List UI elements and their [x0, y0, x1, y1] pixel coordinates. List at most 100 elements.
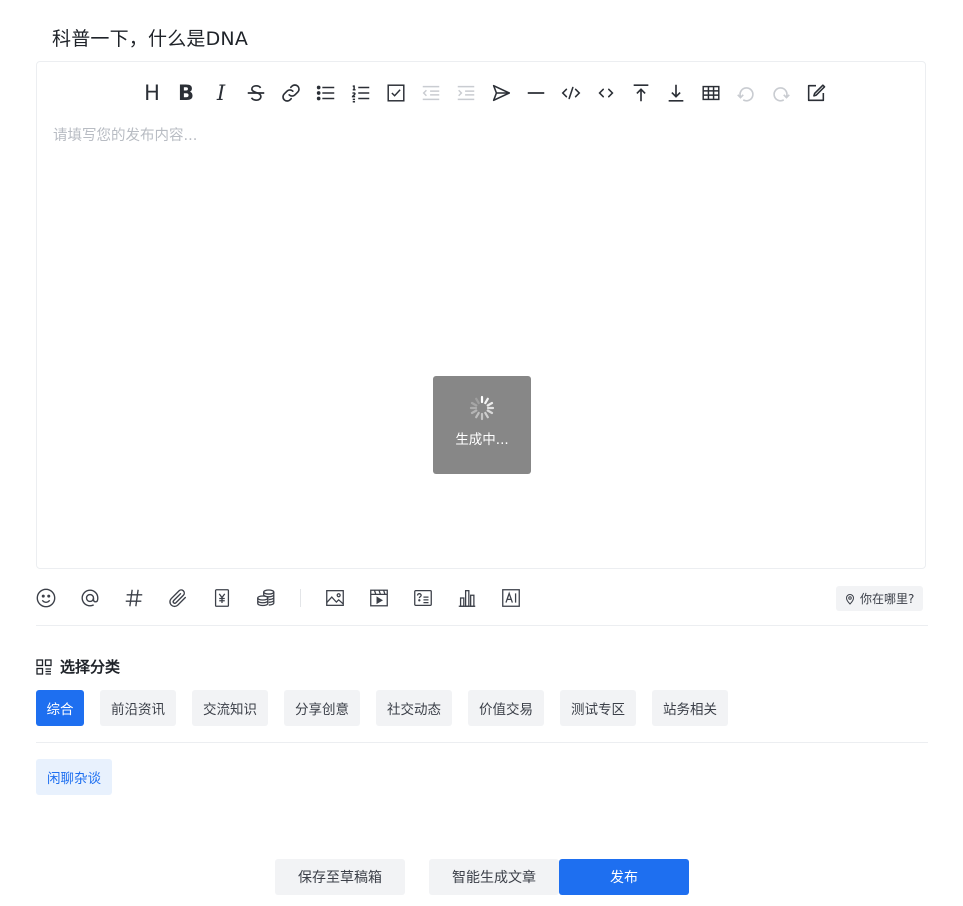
category-title: 选择分类	[60, 658, 121, 676]
publish-button[interactable]: 发布	[559, 859, 689, 895]
divider	[36, 742, 928, 743]
category-chip-label: 价值交易	[479, 702, 533, 718]
insert-before-button[interactable]	[626, 78, 656, 108]
code-block-button[interactable]	[591, 78, 621, 108]
paid-content-button[interactable]	[208, 583, 236, 613]
strikethrough-button[interactable]	[241, 78, 271, 108]
save-draft-button[interactable]: 保存至草稿箱	[275, 859, 405, 895]
link-button[interactable]	[276, 78, 306, 108]
insert-toolbar	[0, 583, 963, 613]
topic-button[interactable]	[120, 583, 148, 613]
task-list-button[interactable]	[381, 78, 411, 108]
italic-icon: I	[216, 81, 226, 105]
indent-button[interactable]	[451, 78, 481, 108]
category-chip-test[interactable]: 测试专区	[560, 690, 636, 726]
category-chip-ideas[interactable]: 分享创意	[284, 690, 360, 726]
loading-text: 生成中...	[455, 432, 509, 448]
video-icon	[370, 589, 388, 607]
bar-chart-icon	[458, 590, 476, 607]
arrow-down-bar-icon	[668, 84, 684, 102]
question-card-icon	[414, 590, 432, 606]
outdent-icon	[422, 85, 440, 101]
code-slash-icon	[561, 86, 581, 100]
attachment-button[interactable]	[164, 583, 192, 613]
video-button[interactable]	[365, 583, 393, 613]
indent-icon	[457, 85, 475, 101]
category-chip-site[interactable]: 站务相关	[652, 690, 728, 726]
category-chip-news[interactable]: 前沿资讯	[100, 690, 176, 726]
heading-icon: H	[144, 81, 160, 105]
code-icon	[598, 88, 614, 98]
bold-button[interactable]: B	[171, 78, 201, 108]
bullet-list-icon	[316, 85, 335, 101]
paperclip-icon	[169, 589, 187, 608]
location-label: 你在哪里?	[860, 592, 915, 606]
subcategory-tag-chat[interactable]: 闲聊杂谈	[36, 759, 112, 795]
ai-text-icon	[502, 589, 520, 607]
send-icon	[492, 84, 511, 102]
post-title[interactable]: 科普一下，什么是DNA	[52, 24, 248, 51]
category-chip-trade[interactable]: 价值交易	[468, 690, 544, 726]
outdent-button[interactable]	[416, 78, 446, 108]
chart-button[interactable]	[453, 583, 481, 613]
bullet-list-button[interactable]	[311, 78, 341, 108]
image-icon	[326, 590, 344, 606]
at-icon	[81, 589, 99, 607]
insert-after-button[interactable]	[661, 78, 691, 108]
italic-button[interactable]: I	[206, 78, 236, 108]
category-grid-icon	[36, 658, 52, 675]
table-icon	[702, 85, 720, 101]
coins-icon	[257, 589, 275, 607]
category-chip-label: 分享创意	[295, 702, 349, 718]
category-chip-label: 测试专区	[571, 702, 625, 718]
loading-overlay: 生成中...	[433, 376, 531, 474]
content-placeholder: 请填写您的发布内容...	[53, 128, 198, 144]
checkbox-icon	[387, 84, 405, 102]
heading-button[interactable]: H	[137, 78, 167, 108]
quote-button[interactable]	[486, 78, 516, 108]
bold-icon: B	[177, 81, 194, 105]
editor-toolbar: H B I	[37, 78, 925, 108]
mention-button[interactable]	[76, 583, 104, 613]
divider	[36, 625, 928, 626]
category-chip-social[interactable]: 社交动态	[376, 690, 452, 726]
ordered-list-button[interactable]	[346, 78, 376, 108]
preview-button[interactable]	[801, 78, 831, 108]
horizontal-rule-icon	[527, 92, 545, 94]
toolbar-divider	[300, 589, 301, 607]
category-chip-label: 前沿资讯	[111, 702, 165, 718]
ai-generate-button[interactable]: 智能生成文章	[429, 859, 559, 895]
content-editor[interactable]: H B I 请填写您的发布内容...	[36, 61, 926, 569]
strikethrough-icon	[247, 85, 265, 101]
ordered-list-icon	[351, 85, 370, 103]
category-chip-label: 交流知识	[203, 702, 257, 718]
spinner-icon	[469, 395, 495, 421]
category-chip-label: 社交动态	[387, 702, 441, 718]
emoji-icon	[36, 588, 56, 608]
hashtag-icon	[125, 589, 143, 607]
inline-code-button[interactable]	[556, 78, 586, 108]
question-button[interactable]	[409, 583, 437, 613]
redo-button[interactable]	[766, 78, 796, 108]
link-icon	[282, 84, 300, 102]
arrow-up-bar-icon	[633, 84, 649, 102]
category-chip-general[interactable]: 综合	[36, 690, 84, 726]
location-pin-icon	[845, 593, 855, 605]
coins-button[interactable]	[252, 583, 280, 613]
undo-icon	[737, 87, 754, 102]
category-chip-label: 综合	[46, 702, 74, 718]
emoji-button[interactable]	[32, 583, 60, 613]
category-section-title: 选择分类	[36, 656, 120, 677]
category-chip-label: 站务相关	[663, 702, 717, 718]
ai-text-button[interactable]	[497, 583, 525, 613]
category-chip-knowledge[interactable]: 交流知识	[192, 690, 268, 726]
horizontal-rule-button[interactable]	[521, 78, 551, 108]
table-button[interactable]	[696, 78, 726, 108]
undo-button[interactable]	[731, 78, 761, 108]
location-button[interactable]: 你在哪里?	[836, 586, 924, 611]
yuan-document-icon	[214, 589, 230, 607]
image-button[interactable]	[321, 583, 349, 613]
subcategory-tag-label: 闲聊杂谈	[47, 771, 101, 787]
edit-icon	[807, 84, 826, 102]
redo-icon	[773, 87, 790, 102]
